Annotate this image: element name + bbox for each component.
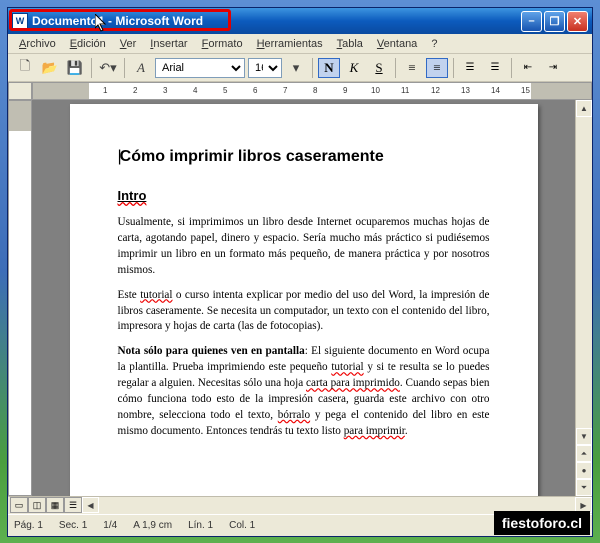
menu-herramientas[interactable]: Herramientas: [250, 36, 330, 52]
increase-indent-button[interactable]: ⇥: [542, 58, 564, 78]
toolbar-separator: [91, 58, 92, 78]
scroll-left-icon[interactable]: ◀: [82, 497, 99, 513]
document-paragraph[interactable]: Usualmente, si imprimimos un libro desde…: [118, 215, 490, 279]
watermark: fiestoforo.cl: [494, 511, 590, 535]
menu-tabla[interactable]: Tabla: [330, 36, 370, 52]
ruler-tick: 9: [343, 86, 347, 95]
align-center-button[interactable]: ≡: [426, 58, 448, 78]
app-window: W Documento1 - Microsoft Word – ❐ ✕ Arch…: [7, 7, 593, 537]
toolbar-separator: [395, 58, 396, 78]
ruler-tick: 1: [103, 86, 107, 95]
web-view-icon[interactable]: ◫: [28, 497, 46, 513]
font-name-select[interactable]: Arial: [155, 58, 245, 78]
ruler-tick: 5: [223, 86, 227, 95]
ruler-tick: 8: [313, 86, 317, 95]
menu-help[interactable]: ?: [424, 36, 444, 52]
view-buttons: ▭ ◫ ▦ ☰: [8, 497, 82, 514]
print-view-icon[interactable]: ▦: [46, 497, 64, 513]
title-bar[interactable]: W Documento1 - Microsoft Word – ❐ ✕: [8, 8, 592, 34]
horizontal-ruler[interactable]: 1 2 3 4 5 6 7 8 9 10 11 12 13 14 15: [32, 82, 592, 100]
undo-icon[interactable]: ↶▾: [97, 57, 119, 79]
font-size-dropdown-icon[interactable]: ▾: [285, 57, 307, 79]
ruler-tick: 10: [371, 86, 380, 95]
status-col: Col. 1: [229, 520, 255, 531]
document-title[interactable]: Cómo imprimir libros caseramente: [118, 148, 490, 166]
normal-view-icon[interactable]: ▭: [10, 497, 28, 513]
toolbar-separator: [312, 58, 313, 78]
page[interactable]: Cómo imprimir libros caseramente Intro U…: [70, 104, 538, 496]
menu-archivo[interactable]: Archivo: [12, 36, 63, 52]
ruler-tick: 4: [193, 86, 197, 95]
close-button[interactable]: ✕: [567, 11, 588, 32]
document-area[interactable]: Cómo imprimir libros caseramente Intro U…: [32, 100, 575, 496]
bullet-list-button[interactable]: ☰: [484, 58, 506, 78]
ruler-tick: 2: [133, 86, 137, 95]
ruler-tick: 15: [521, 86, 530, 95]
toolbar: 🗋 📂 💾 ↶▾ A Arial 16 ▾ N K S ≡ ≡ ☰ ☰ ⇤ ⇥: [8, 54, 592, 82]
ruler-tick: 12: [431, 86, 440, 95]
toolbar-separator: [511, 58, 512, 78]
menu-bar: Archivo Edición Ver Insertar Formato Her…: [8, 34, 592, 54]
ruler-tick: 7: [283, 86, 287, 95]
document-heading[interactable]: Intro: [118, 188, 490, 203]
numbered-list-button[interactable]: ☰: [459, 58, 481, 78]
document-paragraph[interactable]: Este tutorial o curso intenta explicar p…: [118, 288, 490, 336]
status-at: A 1,9 cm: [133, 520, 172, 531]
scroll-up-icon[interactable]: ▲: [576, 100, 592, 117]
ruler-tick: 14: [491, 86, 500, 95]
new-doc-icon[interactable]: 🗋: [14, 57, 36, 79]
document-paragraph[interactable]: Nota sólo para quienes ven en pantalla: …: [118, 344, 490, 439]
menu-ver[interactable]: Ver: [113, 36, 144, 52]
scroll-down-icon[interactable]: ▼: [576, 428, 592, 445]
vertical-ruler[interactable]: [8, 100, 32, 496]
window-controls: – ❐ ✕: [521, 11, 588, 32]
open-icon[interactable]: 📂: [39, 57, 61, 79]
toolbar-separator: [124, 58, 125, 78]
vertical-scrollbar[interactable]: ▲ ▼ ⏶ ● ⏷: [575, 100, 592, 496]
menu-ventana[interactable]: Ventana: [370, 36, 424, 52]
maximize-button[interactable]: ❐: [544, 11, 565, 32]
minimize-button[interactable]: –: [521, 11, 542, 32]
font-size-select[interactable]: 16: [248, 58, 282, 78]
status-line: Lín. 1: [188, 520, 213, 531]
window-title: Documento1 - Microsoft Word: [32, 14, 203, 28]
status-pages: 1/4: [103, 520, 117, 531]
prev-page-icon[interactable]: ⏶: [576, 445, 592, 462]
next-page-icon[interactable]: ⏷: [576, 479, 592, 496]
save-icon[interactable]: 💾: [64, 57, 86, 79]
italic-button[interactable]: K: [343, 58, 365, 78]
ruler-tick: 3: [163, 86, 167, 95]
style-dropdown-icon[interactable]: A: [130, 57, 152, 79]
menu-insertar[interactable]: Insertar: [143, 36, 194, 52]
status-section: Sec. 1: [59, 520, 87, 531]
menu-formato[interactable]: Formato: [195, 36, 250, 52]
word-app-icon: W: [12, 13, 28, 29]
ruler-corner: [8, 82, 32, 100]
horizontal-ruler-row: 1 2 3 4 5 6 7 8 9 10 11 12 13 14 15: [8, 82, 592, 100]
workspace: Cómo imprimir libros caseramente Intro U…: [8, 100, 592, 496]
ruler-tick: 13: [461, 86, 470, 95]
toolbar-separator: [453, 58, 454, 78]
bold-button[interactable]: N: [318, 58, 340, 78]
underline-button[interactable]: S: [368, 58, 390, 78]
align-left-button[interactable]: ≡: [401, 58, 423, 78]
decrease-indent-button[interactable]: ⇤: [517, 58, 539, 78]
status-page: Pág. 1: [14, 520, 43, 531]
outline-view-icon[interactable]: ☰: [64, 497, 82, 513]
browse-object-icon[interactable]: ●: [576, 462, 592, 479]
menu-edicion[interactable]: Edición: [63, 36, 113, 52]
ruler-tick: 11: [401, 86, 409, 95]
ruler-tick: 6: [253, 86, 257, 95]
